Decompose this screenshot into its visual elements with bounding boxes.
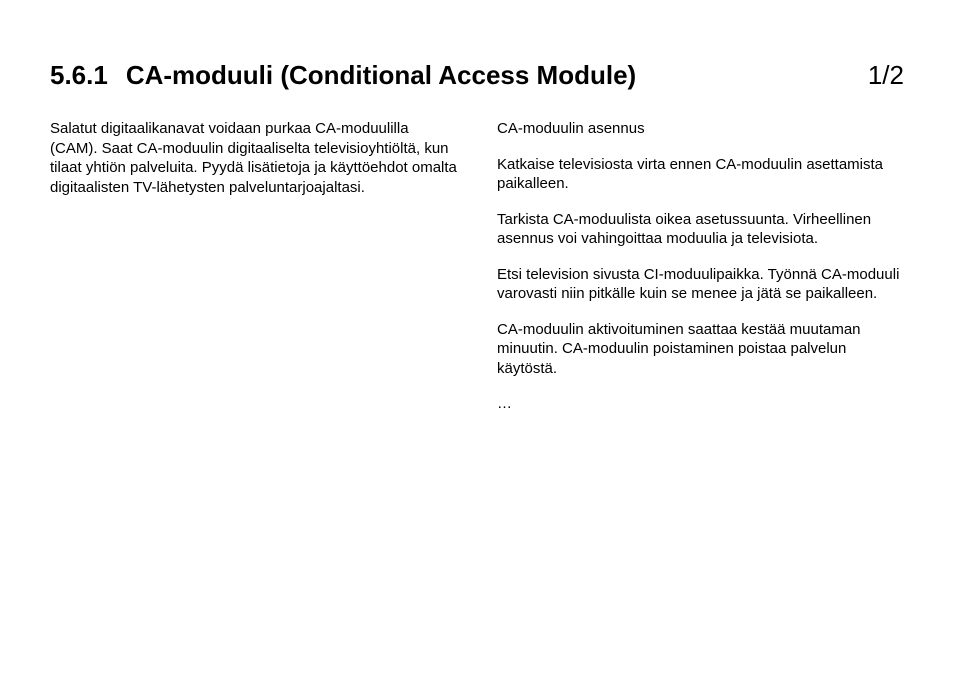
left-column: Salatut digitaalikanavat voidaan purkaa … — [50, 119, 457, 430]
manual-page: 5.6.1 CA-moduuli (Conditional Access Modu… — [0, 0, 954, 675]
body-paragraph: Tarkista CA-moduulista oikea asetussuunt… — [497, 210, 904, 249]
body-paragraph: Katkaise televisiosta virta ennen CA-mod… — [497, 155, 904, 194]
continuation-ellipsis: … — [497, 394, 904, 414]
subheading: CA-moduulin asennus — [497, 119, 904, 139]
body-paragraph: CA-moduulin aktivoituminen saattaa kestä… — [497, 320, 904, 379]
page-title: 5.6.1 CA-moduuli (Conditional Access Modu… — [50, 60, 636, 91]
body-paragraph: Etsi television sivusta CI-moduulipaikka… — [497, 265, 904, 304]
header-row: 5.6.1 CA-moduuli (Conditional Access Modu… — [50, 60, 904, 91]
section-title: CA-moduuli (Conditional Access Module) — [126, 60, 636, 90]
page-indicator: 1/2 — [868, 60, 904, 91]
body-paragraph: Salatut digitaalikanavat voidaan purkaa … — [50, 119, 457, 197]
right-column: CA-moduulin asennus Katkaise televisiost… — [497, 119, 904, 430]
section-number: 5.6.1 — [50, 60, 108, 91]
content-columns: Salatut digitaalikanavat voidaan purkaa … — [50, 119, 904, 430]
